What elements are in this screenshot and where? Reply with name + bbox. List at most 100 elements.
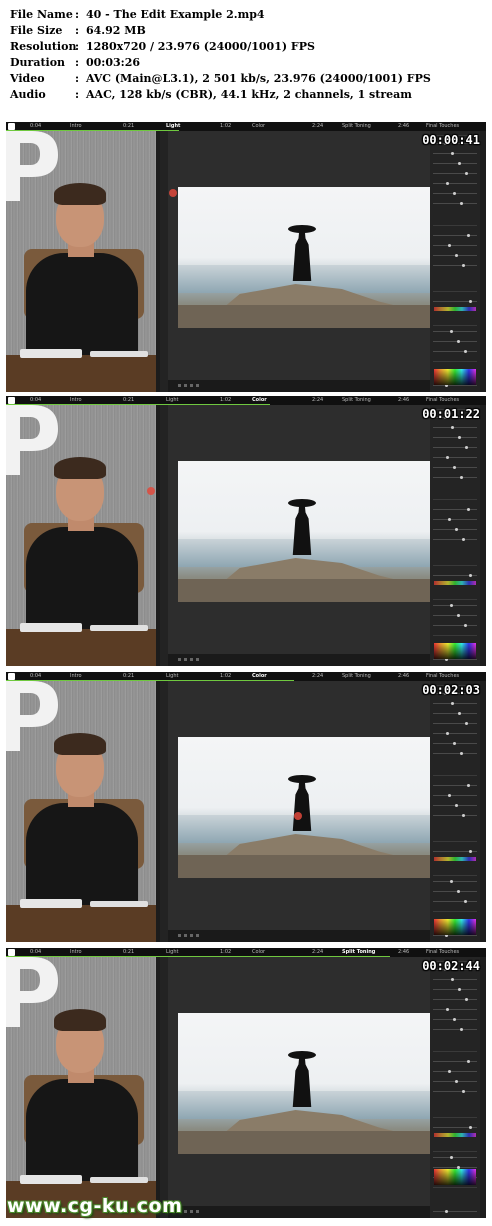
slider-knob[interactable] bbox=[465, 172, 468, 175]
adjustment-slider[interactable] bbox=[433, 341, 477, 342]
panel-section-header[interactable] bbox=[433, 1151, 477, 1156]
chapter-time[interactable]: 2:46 bbox=[398, 397, 409, 403]
slider-knob[interactable] bbox=[457, 340, 460, 343]
adjustment-slider[interactable] bbox=[433, 989, 477, 990]
adjustment-slider[interactable] bbox=[433, 703, 477, 704]
chapter-time[interactable]: 0:04 bbox=[30, 673, 41, 679]
chapter-label[interactable]: Intro bbox=[70, 397, 82, 403]
chapter-label[interactable]: Final Touches bbox=[426, 123, 459, 129]
filmstrip-icon[interactable] bbox=[190, 934, 193, 937]
chapter-time[interactable]: 0:04 bbox=[30, 397, 41, 403]
chapter-time[interactable]: 2:24 bbox=[312, 673, 323, 679]
chapter-time[interactable]: 0:04 bbox=[30, 123, 41, 129]
hue-swatches[interactable] bbox=[434, 1133, 476, 1137]
adjustment-slider[interactable] bbox=[433, 203, 477, 204]
panel-section-header[interactable] bbox=[433, 565, 477, 570]
adjustment-slider[interactable] bbox=[433, 795, 477, 796]
filmstrip-icon[interactable] bbox=[184, 1210, 187, 1213]
chapter-time[interactable]: 0:21 bbox=[123, 123, 134, 129]
chapter-time[interactable]: 0:21 bbox=[123, 949, 134, 955]
editor-canvas[interactable] bbox=[168, 681, 430, 930]
panel-section-header[interactable] bbox=[433, 499, 477, 504]
adjustment-slider[interactable] bbox=[433, 437, 477, 438]
filmstrip[interactable] bbox=[168, 380, 430, 392]
slider-knob[interactable] bbox=[450, 1156, 453, 1159]
chapter-time[interactable]: 1:02 bbox=[220, 949, 231, 955]
panel-scrollbar[interactable] bbox=[480, 405, 486, 666]
chapter-label[interactable]: Light bbox=[166, 673, 178, 679]
chapter-time[interactable]: 2:24 bbox=[312, 123, 323, 129]
slider-knob[interactable] bbox=[453, 1018, 456, 1021]
slider-knob[interactable] bbox=[460, 476, 463, 479]
adjustment-slider[interactable] bbox=[433, 901, 477, 902]
chapter-label[interactable]: Split Toning bbox=[342, 397, 371, 403]
adjustment-slider[interactable] bbox=[433, 1167, 477, 1168]
slider-knob[interactable] bbox=[469, 300, 472, 303]
slider-knob[interactable] bbox=[448, 1070, 451, 1073]
slider-knob[interactable] bbox=[453, 742, 456, 745]
chapter-time[interactable]: 0:21 bbox=[123, 397, 134, 403]
slider-knob[interactable] bbox=[446, 182, 449, 185]
color-picker[interactable] bbox=[434, 919, 476, 935]
adjustment-slider[interactable] bbox=[433, 183, 477, 184]
adjustments-panel[interactable] bbox=[430, 131, 480, 392]
slider-knob[interactable] bbox=[446, 456, 449, 459]
chapter-label[interactable]: Split Toning bbox=[342, 949, 375, 955]
filmstrip-icon[interactable] bbox=[184, 658, 187, 661]
chapter-time[interactable]: 0:21 bbox=[123, 673, 134, 679]
slider-knob[interactable] bbox=[458, 988, 461, 991]
filmstrip-icon[interactable] bbox=[196, 658, 199, 661]
adjustment-slider[interactable] bbox=[433, 351, 477, 352]
slider-knob[interactable] bbox=[446, 732, 449, 735]
slider-knob[interactable] bbox=[465, 446, 468, 449]
slider-knob[interactable] bbox=[460, 1028, 463, 1031]
adjustment-slider[interactable] bbox=[433, 457, 477, 458]
adjustment-slider[interactable] bbox=[433, 519, 477, 520]
chapter-time[interactable]: 2:24 bbox=[312, 397, 323, 403]
chapter-label[interactable]: Light bbox=[166, 397, 178, 403]
slider-knob[interactable] bbox=[458, 712, 461, 715]
slider-knob[interactable] bbox=[460, 202, 463, 205]
slider-knob[interactable] bbox=[457, 890, 460, 893]
filmstrip-icon[interactable] bbox=[178, 658, 181, 661]
adjustment-slider[interactable] bbox=[433, 509, 477, 510]
adjustment-slider[interactable] bbox=[433, 477, 477, 478]
hue-swatches[interactable] bbox=[434, 857, 476, 861]
editor-canvas[interactable] bbox=[168, 957, 430, 1206]
adjustment-slider[interactable] bbox=[433, 999, 477, 1000]
edited-photo[interactable] bbox=[178, 187, 430, 328]
adjustment-slider[interactable] bbox=[433, 625, 477, 626]
slider-knob[interactable] bbox=[465, 998, 468, 1001]
panel-section-header[interactable] bbox=[433, 1051, 477, 1056]
chapter-time[interactable]: 1:02 bbox=[220, 673, 231, 679]
adjustment-slider[interactable] bbox=[433, 153, 477, 154]
slider-knob[interactable] bbox=[448, 244, 451, 247]
adjustment-slider[interactable] bbox=[433, 235, 477, 236]
adjustment-slider[interactable] bbox=[433, 331, 477, 332]
chapter-label[interactable]: Color bbox=[252, 397, 267, 403]
chapter-label[interactable]: Intro bbox=[70, 123, 82, 129]
adjustments-panel[interactable] bbox=[430, 681, 480, 942]
filmstrip-icon[interactable] bbox=[196, 384, 199, 387]
slider-knob[interactable] bbox=[464, 350, 467, 353]
slider-knob[interactable] bbox=[464, 900, 467, 903]
slider-knob[interactable] bbox=[446, 1008, 449, 1011]
slider-knob[interactable] bbox=[455, 1080, 458, 1083]
filmstrip[interactable] bbox=[168, 654, 430, 666]
adjustment-slider[interactable] bbox=[433, 1157, 477, 1158]
slider-knob[interactable] bbox=[448, 518, 451, 521]
slider-knob[interactable] bbox=[458, 162, 461, 165]
panel-section-header[interactable] bbox=[433, 1117, 477, 1122]
slider-knob[interactable] bbox=[467, 508, 470, 511]
adjustment-slider[interactable] bbox=[433, 163, 477, 164]
adjustment-slider[interactable] bbox=[433, 815, 477, 816]
editor-canvas[interactable] bbox=[168, 405, 430, 654]
panel-section-header[interactable] bbox=[433, 841, 477, 846]
slider-knob[interactable] bbox=[453, 192, 456, 195]
adjustment-slider[interactable] bbox=[433, 753, 477, 754]
chapter-label[interactable]: Final Touches bbox=[426, 397, 459, 403]
adjustment-slider[interactable] bbox=[433, 785, 477, 786]
adjustment-slider[interactable] bbox=[433, 615, 477, 616]
filmstrip-icon[interactable] bbox=[190, 1210, 193, 1213]
adjustment-slider[interactable] bbox=[433, 245, 477, 246]
